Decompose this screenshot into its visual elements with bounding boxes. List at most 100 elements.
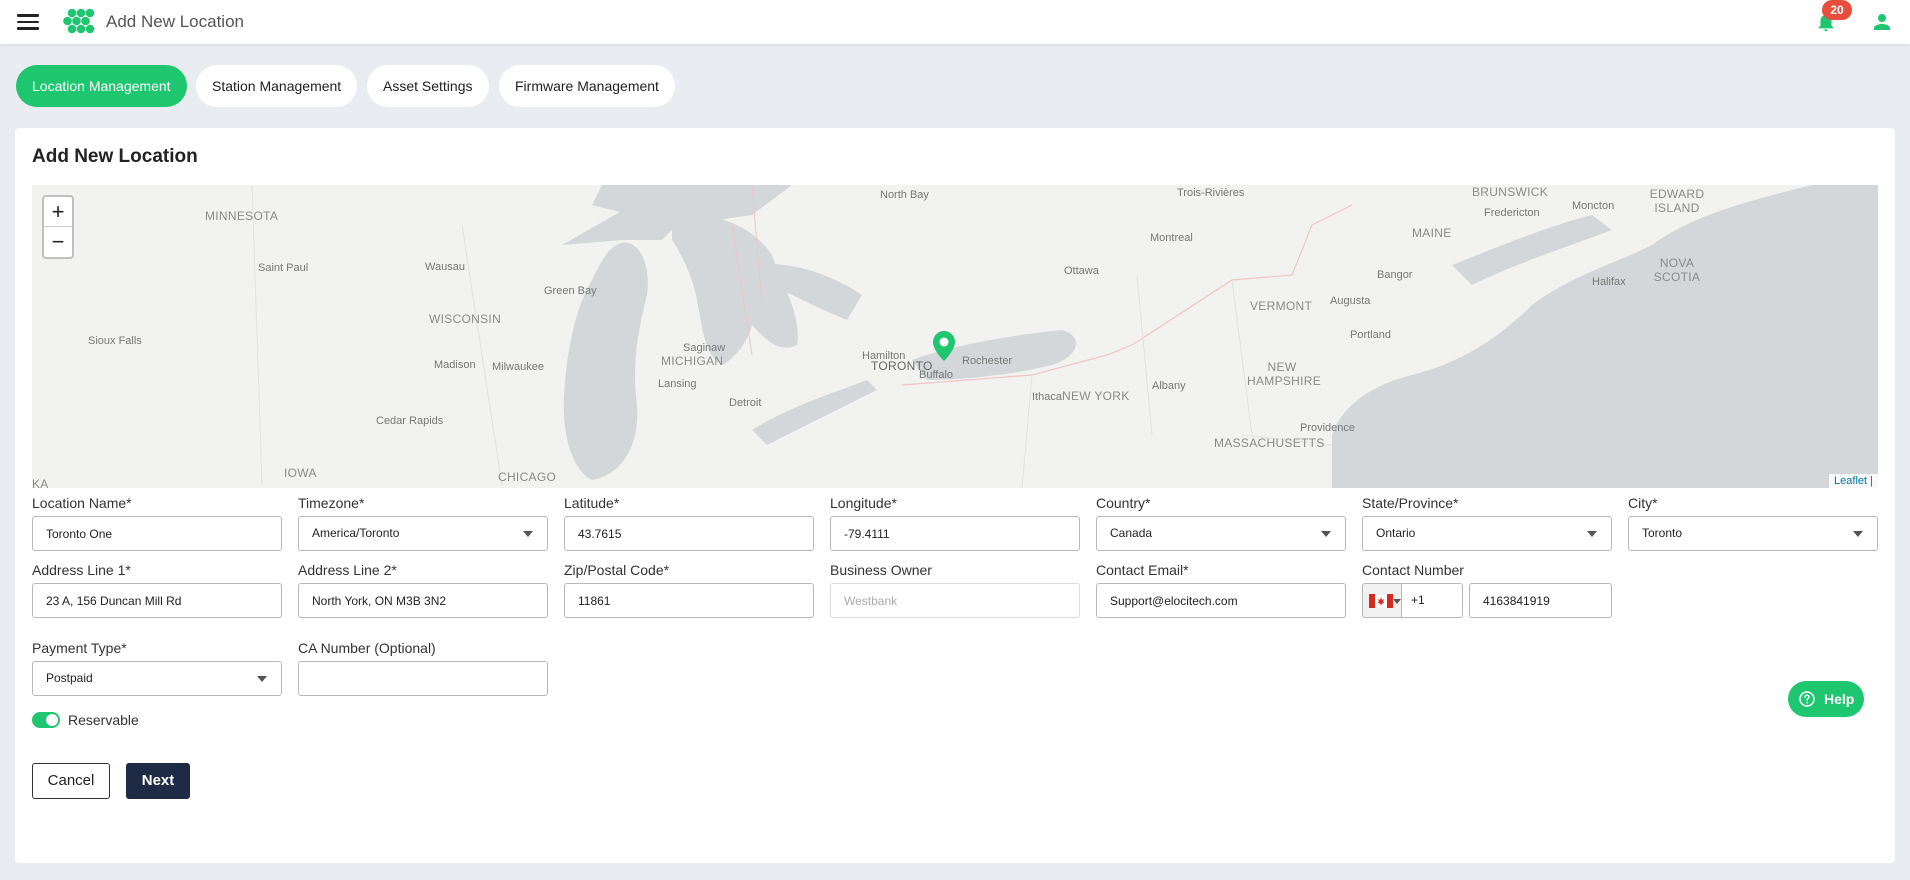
- map-label: MASSACHUSETTS: [1214, 436, 1325, 450]
- state-label: State/Province*: [1362, 495, 1459, 511]
- map-label: EDWARD ISLAND: [1649, 187, 1705, 215]
- map-label: Milwaukee: [492, 361, 544, 373]
- map-label: NOVA SCOTIA: [1653, 256, 1701, 284]
- map-label: Moncton: [1572, 200, 1615, 212]
- map-label: Portland: [1350, 329, 1391, 341]
- map-label: Ottawa: [1064, 265, 1099, 277]
- map-label: Saint Paul: [258, 262, 309, 274]
- help-label: Help: [1824, 691, 1855, 707]
- map-label: Buffalo: [919, 369, 954, 381]
- map-label: CHICAGO: [498, 470, 557, 484]
- country-label: Country*: [1096, 495, 1151, 511]
- ca-number-label: CA Number (Optional): [298, 640, 436, 656]
- map-label: NEW YORK: [1062, 389, 1130, 403]
- longitude-label: Longitude*: [830, 495, 897, 511]
- map-label: MICHIGAN: [661, 354, 724, 368]
- timezone-label: Timezone*: [298, 495, 365, 511]
- next-button[interactable]: Next: [126, 763, 190, 799]
- map-label: Albany: [1152, 380, 1186, 392]
- city-value: Toronto: [1642, 526, 1683, 540]
- contact-email-label: Contact Email*: [1096, 562, 1189, 578]
- map-label: BRUNSWICK: [1472, 185, 1549, 199]
- map-zoom-controls: + −: [42, 195, 74, 259]
- payment-type-label: Payment Type*: [32, 640, 127, 656]
- address2-input[interactable]: [298, 583, 548, 618]
- map-label: Providence: [1300, 422, 1356, 434]
- user-icon[interactable]: [1870, 10, 1894, 34]
- map-label: Cedar Rapids: [376, 415, 444, 427]
- state-value: Ontario: [1376, 526, 1416, 540]
- contact-email-input[interactable]: [1096, 583, 1346, 618]
- tab-station-management[interactable]: Station Management: [196, 65, 358, 107]
- map-label: Lansing: [658, 378, 697, 390]
- reservable-toggle[interactable]: [32, 712, 60, 728]
- state-select[interactable]: Ontario: [1362, 516, 1612, 551]
- timezone-select[interactable]: America/Toronto: [298, 516, 548, 551]
- page-title: Add New Location: [32, 146, 198, 167]
- map-label: Madison: [434, 359, 476, 371]
- map-label: Halifax: [1592, 276, 1626, 288]
- zoom-out-button[interactable]: −: [44, 227, 72, 257]
- latitude-label: Latitude*: [564, 495, 620, 511]
- payment-type-select[interactable]: Postpaid: [32, 661, 282, 696]
- map-label: NEW HAMPSHIRE: [1247, 360, 1322, 388]
- country-value: Canada: [1110, 526, 1153, 540]
- map-label: KA: [32, 477, 49, 488]
- business-owner-label: Business Owner: [830, 562, 932, 578]
- timezone-value: America/Toronto: [312, 526, 400, 540]
- map-label: IOWA: [284, 466, 317, 480]
- address1-input[interactable]: [32, 583, 282, 618]
- country-select[interactable]: Canada: [1096, 516, 1346, 551]
- location-name-label: Location Name*: [32, 495, 132, 511]
- canada-flag-icon: [1369, 594, 1393, 608]
- map-label: Montreal: [1150, 232, 1193, 244]
- map-label: Fredericton: [1484, 207, 1540, 219]
- map-label: WISCONSIN: [429, 312, 502, 326]
- map-label: Ithaca: [1032, 391, 1062, 403]
- help-button[interactable]: Help: [1788, 681, 1864, 717]
- longitude-input[interactable]: [830, 516, 1080, 551]
- map-attribution-link[interactable]: Leaflet |: [1829, 474, 1878, 488]
- notification-badge: 20: [1822, 0, 1852, 20]
- menu-icon[interactable]: [17, 14, 39, 30]
- cancel-button[interactable]: Cancel: [32, 763, 110, 799]
- address2-label: Address Line 2*: [298, 562, 397, 578]
- map-label: MINNESOTA: [205, 209, 279, 223]
- zip-label: Zip/Postal Code*: [564, 562, 670, 578]
- map-label: MAINE: [1412, 226, 1452, 240]
- tab-firmware-management[interactable]: Firmware Management: [499, 65, 675, 107]
- toggle-knob: [46, 714, 58, 726]
- zoom-in-button[interactable]: +: [44, 197, 72, 227]
- logo-icon: [63, 8, 95, 34]
- map-label: Hamilton: [862, 350, 906, 362]
- dial-code: +1: [1401, 583, 1463, 618]
- zip-input[interactable]: [564, 583, 814, 618]
- country-code-dropdown[interactable]: [1362, 583, 1402, 618]
- location-pin-icon[interactable]: [933, 331, 955, 361]
- contact-number-input[interactable]: [1469, 583, 1612, 618]
- tab-location-management[interactable]: Location Management: [16, 65, 187, 107]
- contact-number-label: Contact Number: [1362, 562, 1464, 578]
- tab-asset-settings[interactable]: Asset Settings: [367, 65, 489, 107]
- city-select[interactable]: Toronto: [1628, 516, 1878, 551]
- map-label: Augusta: [1330, 295, 1371, 307]
- location-name-input[interactable]: [32, 516, 282, 551]
- map-label: North Bay: [880, 189, 929, 201]
- address1-label: Address Line 1*: [32, 562, 131, 578]
- map-label: Bangor: [1377, 269, 1413, 281]
- map-label: Detroit: [729, 397, 762, 409]
- app-title: Add New Location: [106, 12, 244, 31]
- map-label: Wausau: [425, 261, 465, 273]
- question-circle-icon: [1799, 691, 1815, 707]
- map-label: Green Bay: [544, 285, 597, 297]
- add-location-panel: Add New Location + − MINNESOTA WISCONSIN…: [15, 128, 1895, 863]
- latitude-input[interactable]: [564, 516, 814, 551]
- ca-number-input[interactable]: [298, 661, 548, 696]
- map-label: Saginaw: [683, 342, 726, 354]
- map-base: [251, 185, 1878, 488]
- business-owner-input[interactable]: [830, 583, 1080, 618]
- map-label: Rochester: [962, 355, 1013, 367]
- location-map[interactable]: + − MINNESOTA WISCONSIN MICHIGAN IOWA CH…: [32, 185, 1878, 488]
- map-label: VERMONT: [1250, 299, 1313, 313]
- payment-type-value: Postpaid: [46, 671, 93, 685]
